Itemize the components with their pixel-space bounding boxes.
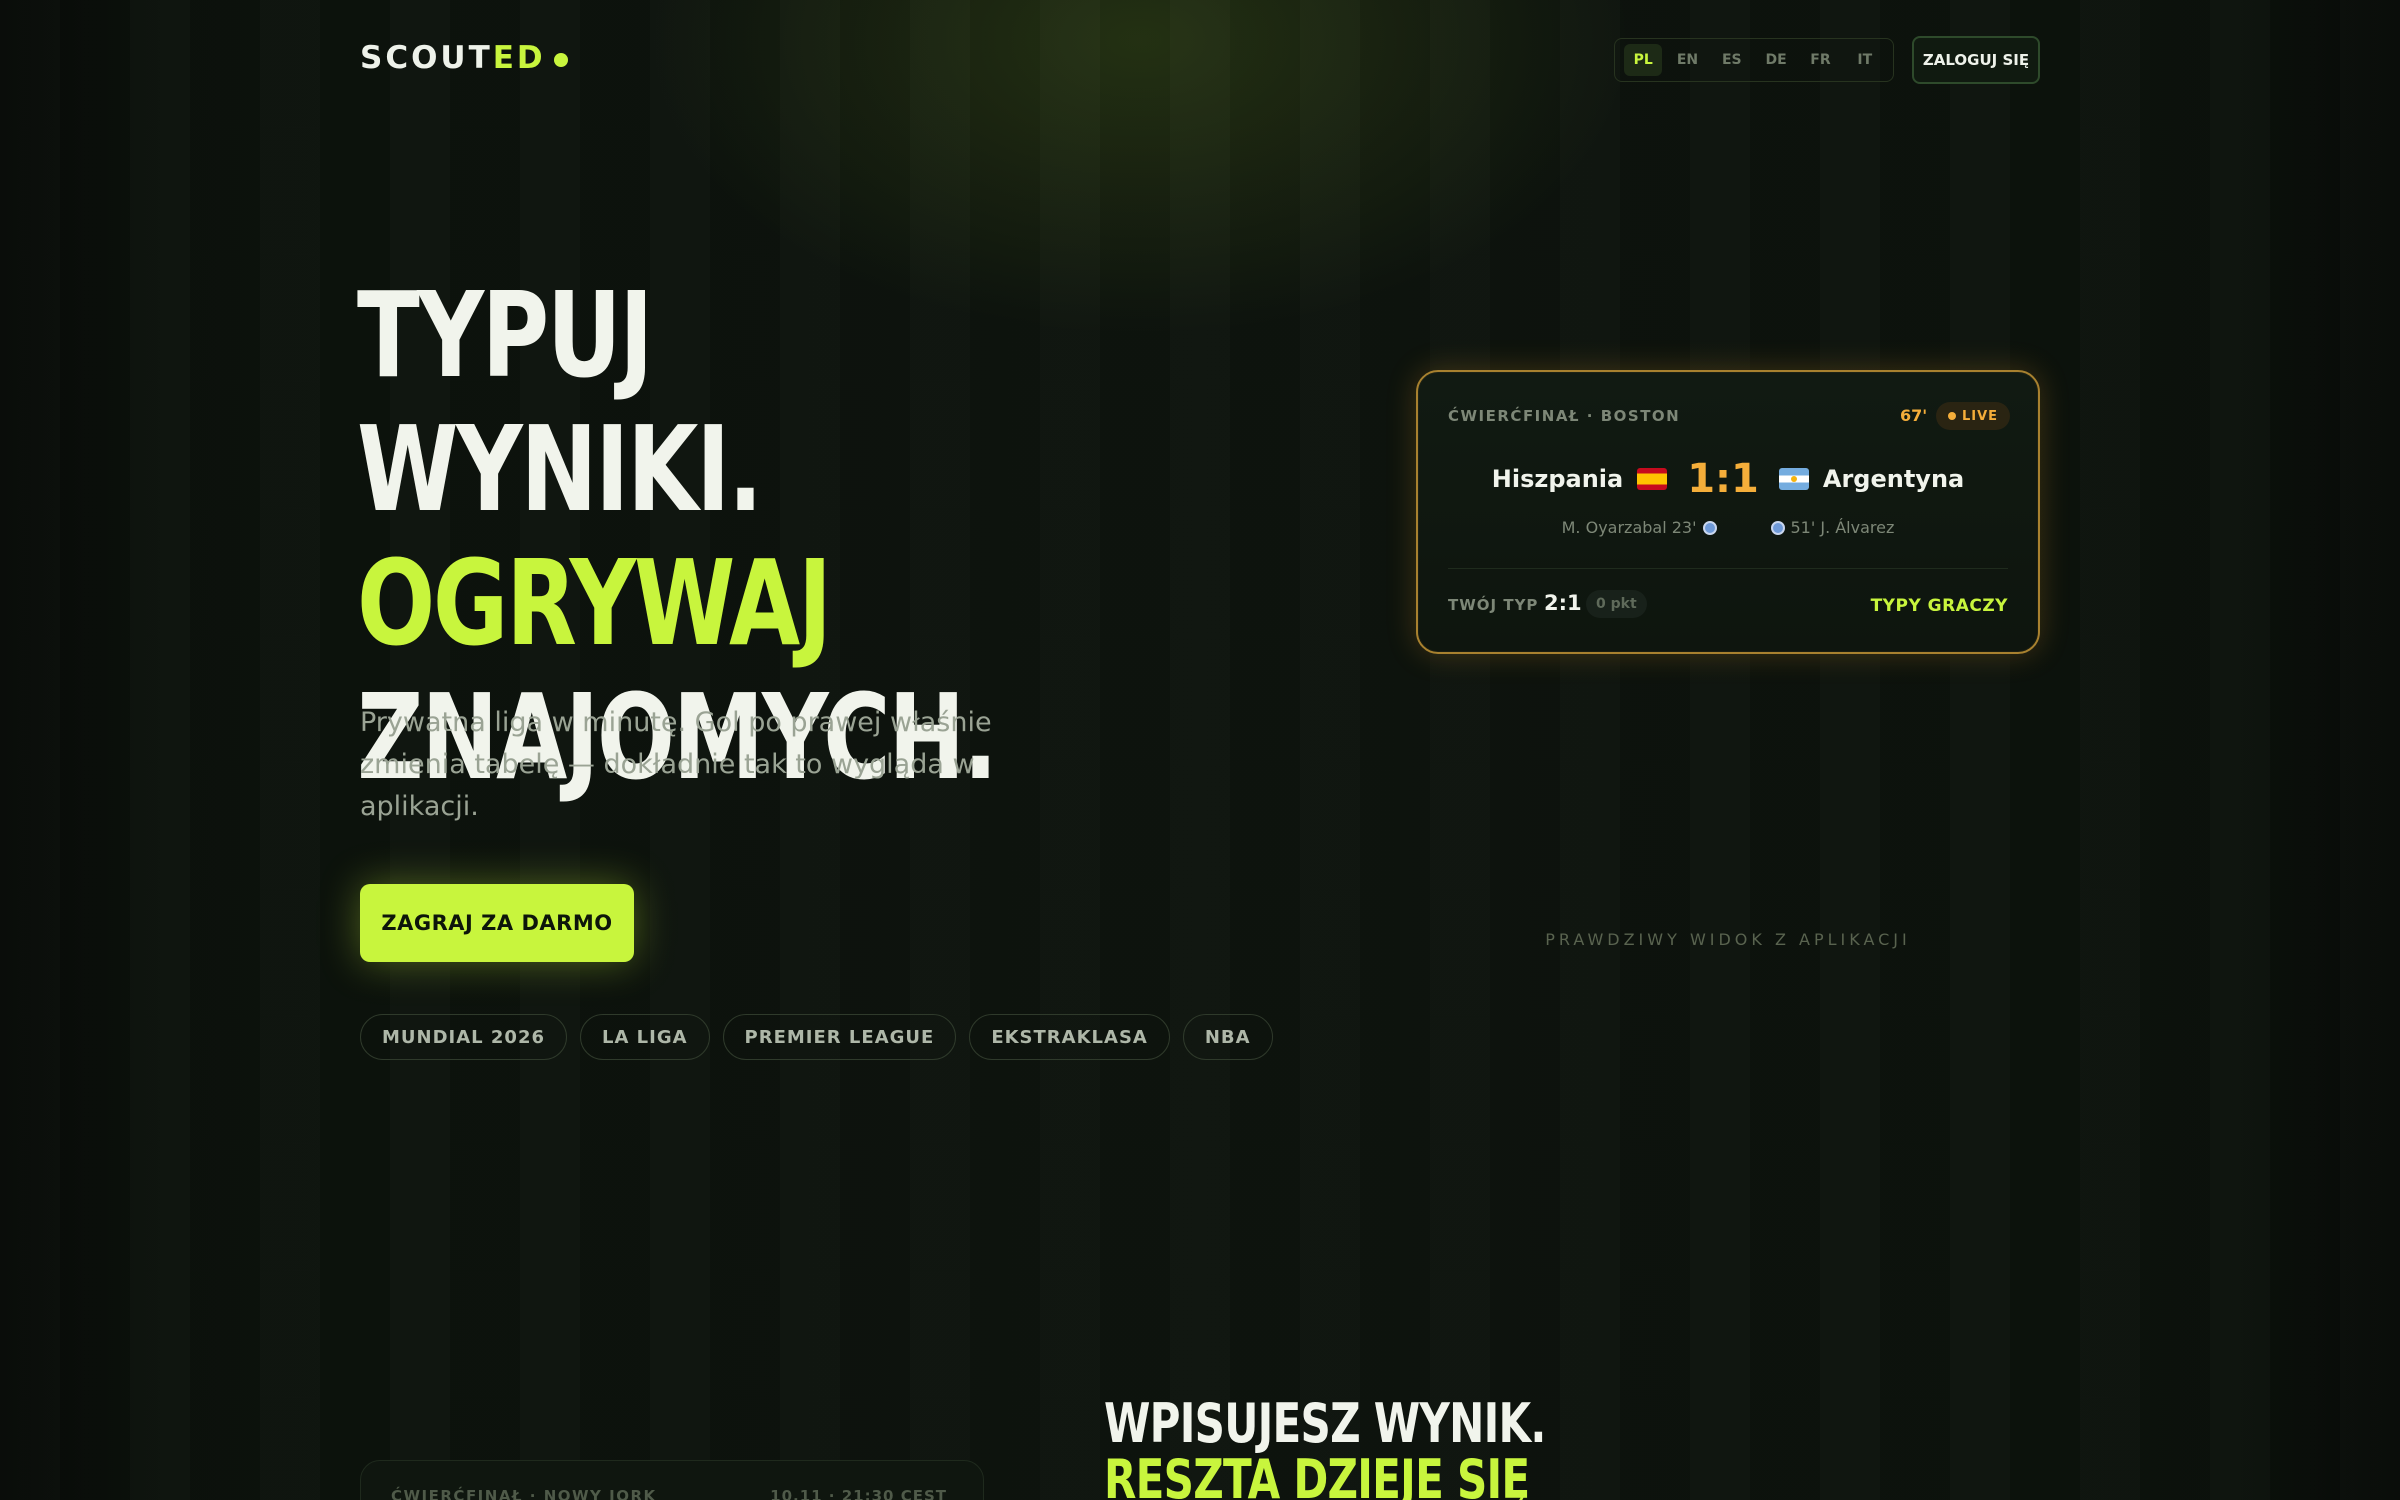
lang-option-fr[interactable]: FR bbox=[1801, 44, 1839, 76]
home-scorer: M. Oyarzabal 23' bbox=[1562, 518, 1717, 537]
upcoming-match-stage: ĆWIERĆFINAŁ · NOWY JORK bbox=[391, 1487, 657, 1500]
hero-title-line-2: OGRYWAJ bbox=[357, 534, 832, 672]
tag-ekstraklasa[interactable]: EKSTRAKLASA bbox=[969, 1014, 1170, 1060]
live-dot-icon bbox=[1947, 412, 1956, 420]
away-scorer-text: 51' J. Álvarez bbox=[1790, 518, 1895, 537]
tag-premier-league[interactable]: PREMIER LEAGUE bbox=[722, 1014, 957, 1060]
your-tip-value: 2:1 bbox=[1544, 591, 1582, 615]
player-tips-link[interactable]: TYPY GRACZY bbox=[1871, 596, 2008, 616]
points-badge: 0 pkt bbox=[1586, 590, 1647, 618]
match-score: 1:1 bbox=[1687, 456, 1759, 502]
tag-nba[interactable]: NBA bbox=[1182, 1014, 1273, 1060]
match-minute: 67' bbox=[1900, 406, 1928, 425]
spain-flag-icon bbox=[1637, 468, 1668, 490]
logo-dot-icon bbox=[553, 53, 568, 67]
lang-option-it[interactable]: IT bbox=[1846, 44, 1884, 76]
live-label: LIVE bbox=[1961, 408, 1999, 424]
tag-la-liga[interactable]: LA LIGA bbox=[580, 1014, 710, 1060]
home-team-name: Hiszpania bbox=[1491, 465, 1624, 493]
section-title: WPISUJESZ WYNIK. RESZTA DZIEJE SIĘ SAMA. bbox=[1104, 1396, 1650, 1500]
section-title-line-2: RESZTA DZIEJE SIĘ SAMA. bbox=[1104, 1448, 1530, 1500]
match-teams: Hiszpania 1:1 Argentyna bbox=[1418, 456, 2038, 502]
lang-option-de[interactable]: DE bbox=[1757, 44, 1795, 76]
upcoming-match-card[interactable]: ĆWIERĆFINAŁ · NOWY JORK 10.11 · 21:30 CE… bbox=[360, 1460, 984, 1500]
play-free-button[interactable]: ZAGRAJ ZA DARMO bbox=[360, 884, 634, 962]
landing-page: SCOUT ED PL EN ES DE FR IT ZALOGUJ SIĘ TY… bbox=[0, 0, 2400, 1500]
home-scorer-text: M. Oyarzabal 23' bbox=[1561, 518, 1697, 537]
live-match-card[interactable]: ĆWIERĆFINAŁ · BOSTON 67' LIVE Hiszpania … bbox=[1416, 370, 2040, 654]
away-scorer: 51' J. Álvarez bbox=[1770, 518, 1895, 537]
football-icon bbox=[1702, 520, 1717, 535]
card-divider bbox=[1448, 568, 2008, 569]
logo-text-main: SCOUT bbox=[360, 40, 493, 76]
section-title-line-1: WPISUJESZ WYNIK. bbox=[1104, 1392, 1546, 1455]
your-tip-label: TWÓJ TYP bbox=[1448, 596, 1539, 614]
hero-title-line-1: TYPUJ WYNIKI. bbox=[357, 266, 763, 538]
away-team-name: Argentyna bbox=[1822, 465, 1965, 493]
logo[interactable]: SCOUT ED bbox=[360, 40, 568, 76]
hero-subtitle: Prywatna liga w minutę. Gol po prawej wł… bbox=[360, 707, 992, 822]
login-button[interactable]: ZALOGUJ SIĘ bbox=[1912, 36, 2040, 84]
match-scorers: M. Oyarzabal 23' 51' J. Álvarez bbox=[1418, 518, 2038, 537]
football-icon bbox=[1770, 520, 1785, 535]
tag-mundial-2026[interactable]: MUNDIAL 2026 bbox=[360, 1014, 567, 1060]
lang-option-en[interactable]: EN bbox=[1668, 44, 1706, 76]
argentina-flag-icon bbox=[1778, 468, 1809, 490]
lang-option-es[interactable]: ES bbox=[1713, 44, 1751, 76]
live-badge: LIVE bbox=[1936, 402, 2010, 430]
language-switcher: PL EN ES DE FR IT bbox=[1614, 38, 1894, 82]
logo-text-accent: ED bbox=[492, 40, 546, 76]
league-tags: MUNDIAL 2026 LA LIGA PREMIER LEAGUE EKST… bbox=[360, 1014, 1273, 1060]
lang-option-pl[interactable]: PL bbox=[1624, 44, 1663, 76]
match-stage: ĆWIERĆFINAŁ · BOSTON bbox=[1448, 407, 1681, 425]
upcoming-match-time: 10.11 · 21:30 CEST bbox=[770, 1487, 947, 1500]
app-view-caption: PRAWDZIWY WIDOK Z APLIKACJI bbox=[1545, 930, 1911, 949]
